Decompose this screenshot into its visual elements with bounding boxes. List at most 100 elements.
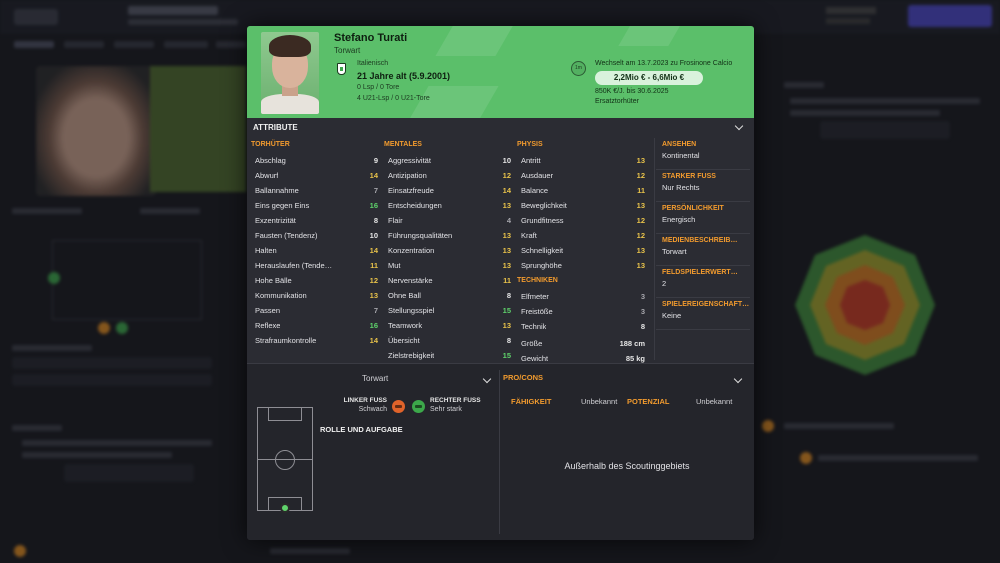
attribute-value: 13: [502, 321, 511, 330]
attribute-value: 13: [636, 156, 645, 165]
pro-cons-chevron-icon[interactable]: [733, 374, 743, 384]
attribute-value: 13: [636, 261, 645, 270]
goalkeeper-attribute-row[interactable]: Passen 7: [251, 304, 378, 319]
attribute-label: Ausdauer: [521, 171, 554, 180]
mental-attribute-row[interactable]: Stellungsspiel 15: [384, 304, 511, 319]
nationality-flag-icon: [337, 63, 346, 75]
info-heading: FELDSPIELERWERT…: [662, 269, 738, 276]
goalkeeper-attribute-row[interactable]: Kommunikation 13: [251, 289, 378, 304]
mental-attribute-row[interactable]: Zielstrebigkeit 15: [384, 349, 511, 364]
bg-date-sub: [826, 18, 870, 24]
attributes-title: ATTRIBUTE: [253, 123, 298, 132]
attribute-label: Nervenstärke: [388, 276, 433, 285]
bg-nav-buttons: [14, 9, 58, 25]
player-name[interactable]: Stefano Turati: [334, 32, 407, 44]
attribute-value: 8: [373, 216, 378, 225]
goalkeeper-column: TORHÜTER Abschlag 9 Abwurf 14 Ballannahme 7 Ei…: [251, 140, 378, 349]
attribute-value: 16: [369, 201, 378, 210]
attribute-value: 11: [503, 276, 511, 285]
mental-attribute-row[interactable]: Führungsqualitäten 13: [384, 229, 511, 244]
mental-attribute-row[interactable]: Übersicht 8: [384, 334, 511, 349]
mental-attribute-row[interactable]: Teamwork 13: [384, 319, 511, 334]
goalkeeper-attribute-row[interactable]: Herauslaufen (Tende… 11: [251, 259, 378, 274]
goalkeeper-attribute-row[interactable]: Hohe Bälle 12: [251, 274, 378, 289]
attribute-label: Entscheidungen: [388, 201, 442, 210]
attribute-label: Konzentration: [388, 246, 435, 255]
bg-pitch: [52, 240, 202, 320]
goalkeeper-attribute-row[interactable]: Ballannahme 7: [251, 184, 378, 199]
squad-status: Ersatztorhüter: [595, 98, 639, 105]
goalkeeper-attribute-row[interactable]: Halten 14: [251, 244, 378, 259]
attribute-value: 12: [369, 276, 378, 285]
attribute-value: 13: [636, 201, 645, 210]
attribute-label: Stellungsspiel: [388, 306, 435, 315]
physical-attribute-row[interactable]: Grundfitness 12: [517, 214, 645, 229]
attribute-label: Antritt: [521, 156, 541, 165]
attribute-label: Freistöße: [521, 307, 553, 316]
goalkeeper-attribute-row[interactable]: Fausten (Tendenz) 10: [251, 229, 378, 244]
attribute-value: 11: [637, 186, 645, 195]
attribute-value: 188 cm: [619, 339, 645, 348]
contract-wage: 850K €/J. bis 30.6.2025: [595, 88, 669, 95]
attribute-label: Führungsqualitäten: [388, 231, 453, 240]
goalkeeper-attribute-row[interactable]: Reflexe 16: [251, 319, 378, 334]
mental-attribute-row[interactable]: Entscheidungen 13: [384, 199, 511, 214]
attributes-dropdown-chevron-icon[interactable]: [734, 121, 744, 131]
physical-attribute-row[interactable]: Schnelligkeit 13: [517, 244, 645, 259]
goalkeeper-attribute-row[interactable]: Abwurf 14: [251, 169, 378, 184]
attribute-value: 14: [502, 186, 511, 195]
body-measurement-row[interactable]: Größe 188 cm: [517, 337, 645, 352]
mental-attribute-row[interactable]: Nervenstärke 11: [384, 274, 511, 289]
info-item: SPIELEREIGENSCHAFT… Keine: [656, 298, 750, 330]
goalkeeper-attribute-row[interactable]: Strafraumkontrolle 14: [251, 334, 378, 349]
attribute-label: Balance: [521, 186, 549, 195]
physical-attribute-row[interactable]: Sprunghöhe 13: [517, 259, 645, 274]
info-item: STARKER FUSS Nur Rechts: [656, 170, 750, 202]
mental-attribute-row[interactable]: Antizipation 12: [384, 169, 511, 184]
attribute-value: 15: [502, 306, 511, 315]
technical-attribute-row[interactable]: Technik 8: [517, 320, 645, 335]
attribute-label: Technik: [521, 322, 547, 331]
physical-attribute-row[interactable]: Antritt 13: [517, 154, 645, 169]
physical-attribute-row[interactable]: Beweglichkeit 13: [517, 199, 645, 214]
physical-heading: PHYSIS: [517, 141, 543, 148]
mental-column: MENTALES Aggressivität 10 Antizipation 12 Ei…: [384, 140, 511, 364]
attribute-label: Halten: [255, 246, 277, 255]
goalkeeper-attribute-row[interactable]: Exzentrizität 8: [251, 214, 378, 229]
attribute-value: 3: [640, 307, 645, 316]
info-value: Energisch: [662, 215, 696, 224]
position-selector[interactable]: Torwart: [362, 374, 388, 383]
mental-attribute-row[interactable]: Konzentration 13: [384, 244, 511, 259]
mental-attribute-row[interactable]: Flair 4: [384, 214, 511, 229]
potential-label: POTENZIAL: [627, 397, 670, 406]
attribute-label: Mut: [388, 261, 401, 270]
technical-attribute-row[interactable]: Elfmeter 3: [517, 290, 645, 305]
mental-attribute-row[interactable]: Einsatzfreude 14: [384, 184, 511, 199]
transfer-info[interactable]: Wechselt am 13.7.2023 zu Frosinone Calci…: [595, 60, 732, 67]
goalkeeper-attribute-row[interactable]: Abschlag 9: [251, 154, 378, 169]
physical-attribute-row[interactable]: Kraft 12: [517, 229, 645, 244]
attribute-value: 8: [506, 291, 511, 300]
physical-attribute-row[interactable]: Ausdauer 12: [517, 169, 645, 184]
clock-icon: 1m: [571, 61, 586, 76]
technical-heading: TECHNIKEN: [517, 277, 558, 284]
mental-attribute-row[interactable]: Ohne Ball 8: [384, 289, 511, 304]
attribute-label: Hohe Bälle: [255, 276, 292, 285]
mental-attribute-row[interactable]: Mut 13: [384, 259, 511, 274]
goalkeeper-position-marker[interactable]: [280, 503, 290, 513]
physical-attribute-row[interactable]: Balance 11: [517, 184, 645, 199]
attribute-value: 85 kg: [625, 354, 645, 363]
goalkeeper-attribute-row[interactable]: Eins gegen Eins 16: [251, 199, 378, 214]
technical-attribute-row[interactable]: Freistöße 3: [517, 305, 645, 320]
info-item: ANSEHEN Kontinental: [656, 138, 750, 170]
info-heading: STARKER FUSS: [662, 173, 716, 180]
mental-attribute-row[interactable]: Aggressivität 10: [384, 154, 511, 169]
attribute-label: Reflexe: [255, 321, 281, 330]
position-dropdown-chevron-icon[interactable]: [482, 374, 492, 384]
info-heading: ANSEHEN: [662, 141, 697, 148]
attribute-label: Passen: [255, 306, 281, 315]
info-item: PERSÖNLICHKEIT Energisch: [656, 202, 750, 234]
attribute-label: Größe: [521, 339, 543, 348]
attribute-label: Übersicht: [388, 336, 420, 345]
attribute-label: Ohne Ball: [388, 291, 421, 300]
